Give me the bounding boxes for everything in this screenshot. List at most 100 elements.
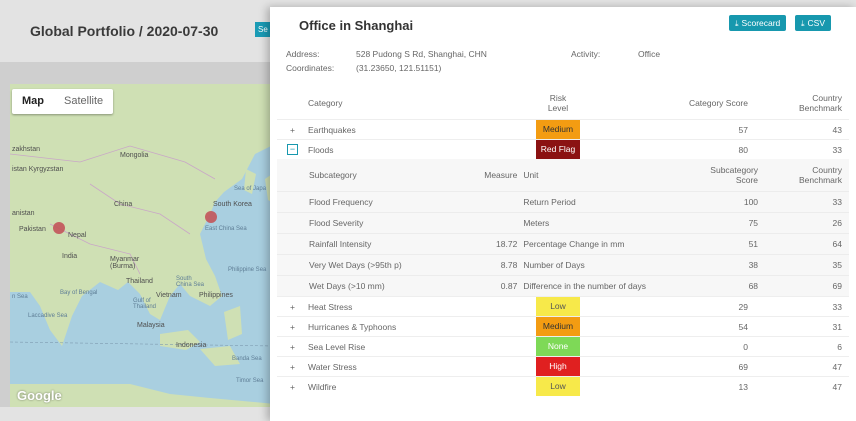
category-name: Earthquakes bbox=[308, 119, 508, 140]
expand-icon[interactable]: + bbox=[277, 376, 308, 396]
subcategory-benchmark: 64 bbox=[797, 233, 849, 255]
header-category: Category bbox=[308, 97, 343, 108]
header-bench-line2: Benchmark bbox=[799, 102, 842, 113]
subcategory-name: Very Wet Days (>95th p) bbox=[277, 254, 475, 276]
expand-icon[interactable]: + bbox=[277, 356, 308, 377]
category-row[interactable]: + Hurricanes & Typhoons Medium 54 31 bbox=[277, 316, 849, 337]
map-label-myanmar: Myanmar (Burma) bbox=[110, 256, 140, 270]
risk-level-badge: High bbox=[536, 357, 580, 376]
header-subbench-line2: Benchmark bbox=[799, 175, 842, 185]
header-unit: Unit bbox=[523, 170, 539, 180]
risk-cell: Low bbox=[508, 296, 608, 317]
header-subcategory: Subcategory bbox=[309, 170, 357, 180]
category-row[interactable]: + Sea Level Rise None 0 6 bbox=[277, 336, 849, 357]
subcategory-row: Rainfall Intensity 18.72 Percentage Chan… bbox=[277, 233, 849, 255]
subcategory-measure bbox=[474, 191, 524, 213]
map-type-toggle: Map Satellite bbox=[12, 89, 114, 114]
map-label-south-korea: South Korea bbox=[213, 201, 252, 208]
subcategory-container: Subcategory Measure Unit Subcategory Sco… bbox=[277, 159, 849, 297]
map-label-nepal: Nepal bbox=[68, 232, 87, 239]
risk-level-badge: Medium bbox=[536, 317, 580, 336]
expand-icon[interactable]: + bbox=[277, 296, 308, 317]
risk-cell: None bbox=[508, 336, 608, 357]
risk-level-badge: Medium bbox=[536, 120, 580, 139]
expand-icon[interactable]: + bbox=[277, 119, 308, 140]
header-bench-line1: Country bbox=[812, 92, 842, 103]
map-label-sea-of-japan: Sea of Japa bbox=[234, 186, 267, 192]
map-label-south-china-sea: South China Sea bbox=[176, 276, 205, 288]
map-label-india: India bbox=[62, 253, 78, 260]
subcategory-name: Flood Severity bbox=[277, 212, 475, 234]
google-logo: Google bbox=[17, 388, 62, 403]
subcategory-name: Flood Frequency bbox=[277, 191, 475, 213]
activity-value: Office bbox=[638, 49, 661, 59]
risk-level-badge: None bbox=[536, 337, 580, 356]
country-benchmark: 31 bbox=[787, 316, 849, 337]
subcategory-row: Flood Severity Meters 75 26 bbox=[277, 212, 849, 234]
country-benchmark: 47 bbox=[787, 356, 849, 377]
subcategory-measure: 8.78 bbox=[474, 254, 524, 276]
risk-cell: High bbox=[508, 356, 608, 377]
subcategory-row: Very Wet Days (>95th p) 8.78 Number of D… bbox=[277, 254, 849, 276]
map-label-timor-sea: Timor Sea bbox=[236, 378, 264, 384]
map-label-pakistan: Pakistan bbox=[19, 226, 46, 233]
panel-title: Office in Shanghai bbox=[299, 18, 414, 33]
category-score: 13 bbox=[608, 376, 787, 396]
coordinates-label: Coordinates: bbox=[286, 63, 335, 73]
subcategory-benchmark: 33 bbox=[797, 191, 849, 213]
subcategory-name: Wet Days (>10 mm) bbox=[277, 275, 475, 296]
scorecard-button[interactable]: ⤓ Scorecard bbox=[729, 15, 787, 31]
collapse-cell[interactable]: − bbox=[277, 139, 308, 159]
subcategory-unit: Difference in the number of days bbox=[523, 275, 689, 296]
category-row[interactable]: − Floods Red Flag 80 33 bbox=[277, 139, 849, 159]
risk-cell: Medium bbox=[508, 316, 608, 337]
header-risk-level: Risk Level bbox=[508, 86, 608, 120]
download-icon: ⤓ bbox=[735, 19, 739, 28]
satellite-button[interactable]: Satellite bbox=[54, 89, 113, 114]
expand-icon[interactable]: + bbox=[277, 336, 308, 357]
category-name: Hurricanes & Typhoons bbox=[308, 316, 508, 337]
csv-button[interactable]: ⤓ CSV bbox=[795, 15, 832, 31]
risk-cell: Low bbox=[508, 376, 608, 396]
category-name: Floods bbox=[308, 139, 508, 159]
map-label-banda-sea: Banda Sea bbox=[232, 356, 262, 362]
map-label-laccadive-sea: Laccadive Sea bbox=[28, 313, 68, 319]
subcategory-score: 75 bbox=[688, 212, 798, 234]
header-category-score: Category Score bbox=[688, 97, 748, 108]
header-country-benchmark: Country Benchmark bbox=[787, 86, 849, 120]
header-subscore-line1: Subcategory bbox=[710, 165, 759, 175]
risk-level-badge: Red Flag bbox=[536, 140, 580, 159]
category-row[interactable]: + Water Stress High 69 47 bbox=[277, 356, 849, 377]
portfolio-marker-shanghai[interactable] bbox=[205, 211, 217, 223]
subcategory-panel: Subcategory Measure Unit Subcategory Sco… bbox=[277, 159, 849, 297]
location-detail-panel: Office in Shanghai ⤓ Scorecard ⤓ CSV Addre… bbox=[270, 7, 856, 421]
risk-table: Category Risk Level Category Score Count… bbox=[277, 86, 849, 396]
address-label: Address: bbox=[286, 49, 320, 59]
subcategory-benchmark: 26 bbox=[797, 212, 849, 234]
category-name: Wildfire bbox=[308, 376, 508, 396]
map-label-philippine-sea: Philippine Sea bbox=[228, 267, 267, 273]
country-benchmark: 33 bbox=[787, 296, 849, 317]
map-label-china: China bbox=[114, 201, 133, 208]
subcategory-table: Subcategory Measure Unit Subcategory Sco… bbox=[277, 159, 849, 296]
map-label-philippines: Philippines bbox=[199, 292, 233, 299]
category-row[interactable]: + Wildfire Low 13 47 bbox=[277, 376, 849, 396]
category-row[interactable]: + Earthquakes Medium 57 43 bbox=[277, 119, 849, 140]
map-label-bay-of-bengal: Bay of Bengal bbox=[60, 290, 98, 296]
country-benchmark: 43 bbox=[787, 119, 849, 140]
category-score: 29 bbox=[608, 296, 787, 317]
header-sub-benchmark: Country Benchmark bbox=[797, 159, 849, 192]
portfolio-marker-pakistan[interactable] bbox=[53, 222, 65, 234]
collapse-icon[interactable]: − bbox=[287, 144, 298, 155]
map-label-afghanistan: anistan bbox=[12, 210, 35, 217]
subcategory-score: 100 bbox=[688, 191, 798, 213]
map-button[interactable]: Map bbox=[12, 89, 54, 114]
csv-button-label: CSV bbox=[807, 18, 826, 28]
category-row[interactable]: + Heat Stress Low 29 33 bbox=[277, 296, 849, 317]
country-benchmark: 33 bbox=[787, 139, 849, 159]
map-label-kazakhstan: zakhstan bbox=[12, 146, 41, 153]
subcategory-unit: Percentage Change in mm bbox=[523, 233, 689, 255]
expand-icon[interactable]: + bbox=[277, 316, 308, 337]
subcategory-benchmark: 35 bbox=[797, 254, 849, 276]
category-score: 80 bbox=[608, 139, 787, 159]
